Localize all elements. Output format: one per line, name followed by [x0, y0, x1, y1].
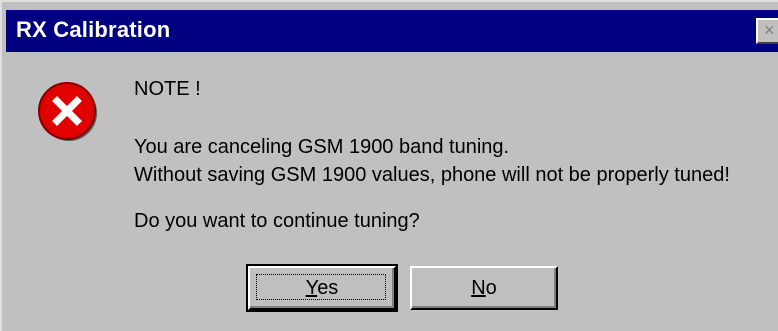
yes-button[interactable]: Yes: [246, 264, 398, 312]
title-bar[interactable]: RX Calibration ×: [6, 10, 778, 52]
focus-rectangle: [256, 274, 386, 300]
error-icon: [38, 82, 97, 141]
message-line-2: Without saving GSM 1900 values, phone wi…: [134, 164, 730, 186]
message-heading: NOTE !: [134, 78, 201, 100]
message-question: Do you want to continue tuning?: [134, 210, 420, 232]
no-button[interactable]: No: [410, 266, 558, 310]
message-line-1: You are canceling GSM 1900 band tuning.: [134, 136, 510, 158]
no-label-rest: o: [485, 277, 497, 299]
window-title: RX Calibration: [16, 17, 171, 42]
rx-calibration-dialog: RX Calibration × NOTE ! You are cancelin…: [0, 0, 778, 331]
close-button[interactable]: ×: [756, 18, 778, 44]
no-mnemonic: N: [471, 277, 486, 299]
close-icon: ×: [764, 20, 775, 40]
